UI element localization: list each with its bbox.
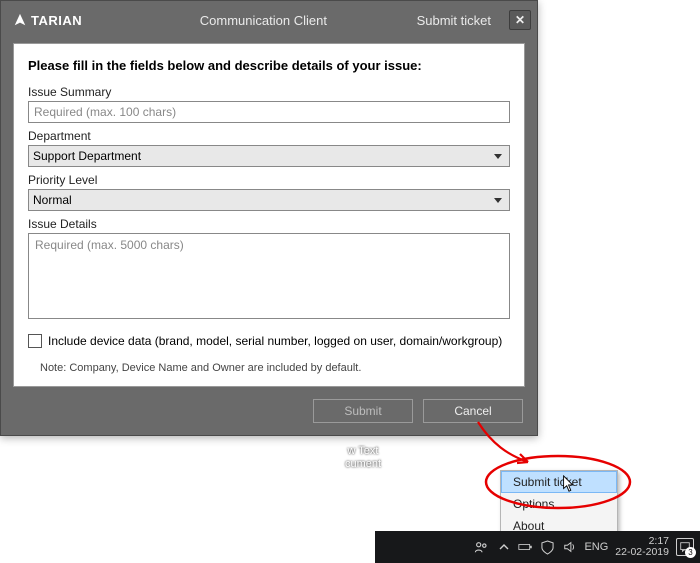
brand-logo: TARIAN bbox=[13, 13, 82, 28]
department-label: Department bbox=[28, 129, 510, 143]
app-title: Communication Client bbox=[200, 13, 327, 28]
chevron-down-icon bbox=[494, 154, 502, 159]
submit-button[interactable]: Submit bbox=[313, 399, 413, 423]
dialog-body: Please fill in the fields below and desc… bbox=[13, 43, 525, 387]
include-device-row[interactable]: Include device data (brand, model, seria… bbox=[28, 334, 510, 348]
notification-count: 3 bbox=[685, 547, 696, 558]
system-tray: ENG 2:17 22-02-2019 3 bbox=[474, 536, 700, 558]
menu-item-options[interactable]: Options bbox=[501, 493, 617, 515]
shield-icon[interactable] bbox=[540, 540, 555, 555]
priority-label: Priority Level bbox=[28, 173, 510, 187]
taskbar[interactable]: ENG 2:17 22-02-2019 3 bbox=[375, 531, 700, 563]
desktop-file-label[interactable]: w Text cument bbox=[333, 445, 393, 471]
dialog-actions: Submit Cancel bbox=[1, 395, 537, 435]
issue-details-label: Issue Details bbox=[28, 217, 510, 231]
issue-summary-input[interactable] bbox=[28, 101, 510, 123]
tray-clock[interactable]: 2:17 22-02-2019 bbox=[615, 536, 669, 558]
priority-value: Normal bbox=[33, 193, 72, 207]
priority-select[interactable]: Normal bbox=[28, 189, 510, 211]
include-device-checkbox[interactable] bbox=[28, 334, 42, 348]
window-section: Submit ticket bbox=[417, 13, 491, 28]
close-button[interactable]: ✕ bbox=[509, 10, 531, 30]
notification-center-icon[interactable]: 3 bbox=[676, 538, 694, 556]
department-select[interactable]: Support Department bbox=[28, 145, 510, 167]
title-bar[interactable]: TARIAN Communication Client Submit ticke… bbox=[1, 1, 537, 39]
brand-icon bbox=[13, 13, 27, 27]
brand-text: TARIAN bbox=[31, 13, 82, 28]
issue-summary-label: Issue Summary bbox=[28, 85, 510, 99]
close-icon: ✕ bbox=[515, 13, 525, 27]
cancel-button[interactable]: Cancel bbox=[423, 399, 523, 423]
include-device-label: Include device data (brand, model, seria… bbox=[48, 334, 502, 348]
tray-context-menu: Submit ticket Options About bbox=[500, 470, 618, 538]
chevron-down-icon bbox=[494, 198, 502, 203]
department-value: Support Department bbox=[33, 149, 141, 163]
people-icon[interactable] bbox=[474, 540, 489, 555]
tray-language[interactable]: ENG bbox=[584, 541, 608, 553]
desktop: TARIAN Communication Client Submit ticke… bbox=[0, 0, 700, 563]
chevron-up-icon[interactable] bbox=[496, 540, 511, 555]
default-include-note: Note: Company, Device Name and Owner are… bbox=[40, 362, 510, 374]
instruction-text: Please fill in the fields below and desc… bbox=[28, 58, 510, 73]
battery-icon[interactable] bbox=[518, 540, 533, 555]
speaker-icon[interactable] bbox=[562, 540, 577, 555]
submit-ticket-dialog: TARIAN Communication Client Submit ticke… bbox=[0, 0, 538, 436]
menu-item-submit-ticket[interactable]: Submit ticket bbox=[501, 471, 617, 493]
issue-details-textarea[interactable] bbox=[28, 233, 510, 319]
